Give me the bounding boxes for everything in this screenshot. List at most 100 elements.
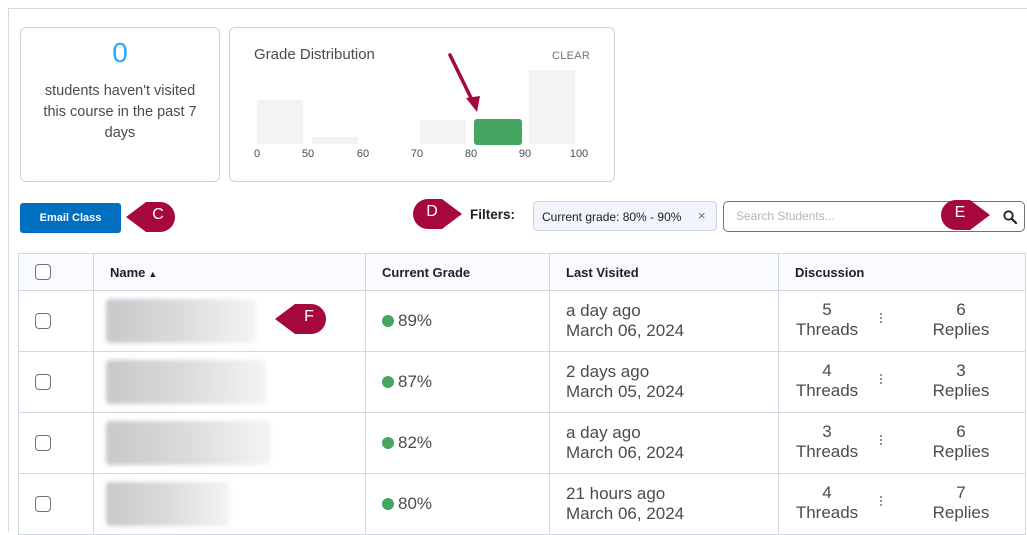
- grade-filter-chip[interactable]: Current grade: 80% - 90% ×: [533, 201, 717, 231]
- threads-count: 4: [822, 361, 832, 380]
- name-cell: [93, 473, 366, 535]
- last-visited-cell: a day ago March 06, 2024: [549, 290, 779, 352]
- callout-e-label: E: [954, 204, 966, 221]
- replies-label: Replies: [932, 503, 990, 522]
- threads-stat[interactable]: 3 Threads: [795, 422, 859, 462]
- tick-label: 90: [518, 148, 532, 160]
- row-checkbox[interactable]: [35, 374, 51, 390]
- grade-value: 80%: [398, 494, 433, 513]
- bar-50-60[interactable]: [312, 137, 358, 144]
- callout-d: D: [412, 198, 464, 230]
- search-students-input[interactable]: [734, 208, 938, 224]
- select-cell: [18, 290, 94, 352]
- threads-count: 3: [822, 422, 832, 441]
- discussion-cell: 5 Threads 6 Replies: [778, 290, 1026, 352]
- select-all-checkbox[interactable]: [35, 264, 51, 280]
- replies-stat[interactable]: 6 Replies: [929, 300, 993, 340]
- last-visited-date: March 06, 2024: [566, 443, 685, 462]
- header-current-grade[interactable]: Current Grade: [365, 253, 550, 291]
- more-options-icon[interactable]: [879, 372, 883, 390]
- replies-count: 6: [956, 422, 966, 441]
- threads-stat[interactable]: 4 Threads: [795, 483, 859, 523]
- replies-label: Replies: [932, 442, 990, 461]
- callout-c: C: [124, 201, 176, 233]
- header-discussion[interactable]: Discussion: [778, 253, 1026, 291]
- discussion-cell: 4 Threads 7 Replies: [778, 473, 1026, 535]
- header-last-visited[interactable]: Last Visited: [549, 253, 779, 291]
- bar-80-90-selected[interactable]: [474, 119, 522, 145]
- row-checkbox[interactable]: [35, 496, 51, 512]
- grade-filter-chip-label: Current grade: 80% - 90%: [542, 210, 682, 224]
- grade-distribution-card: Grade Distribution CLEAR 0 50 60 70 80 9…: [229, 27, 615, 182]
- tick-label: 80: [464, 148, 478, 160]
- replies-count: 6: [956, 300, 966, 319]
- select-cell: [18, 473, 94, 535]
- grade-cell: 82%: [365, 412, 550, 474]
- grade-status-dot: [382, 437, 394, 449]
- search-icon[interactable]: [1002, 209, 1018, 225]
- table-row[interactable]: 80% 21 hours ago March 06, 2024 4 Threads …: [18, 473, 1026, 535]
- grade-status-dot: [382, 376, 394, 388]
- more-options-icon[interactable]: [879, 433, 883, 451]
- replies-stat[interactable]: 7 Replies: [929, 483, 993, 523]
- blurred-student-name[interactable]: [106, 360, 266, 404]
- blurred-student-name[interactable]: [106, 299, 256, 343]
- bar-70-80[interactable]: [420, 120, 466, 144]
- bar-0-50[interactable]: [257, 100, 303, 144]
- last-visited-cell: a day ago March 06, 2024: [549, 412, 779, 474]
- row-checkbox[interactable]: [35, 435, 51, 451]
- more-options-icon[interactable]: [879, 311, 883, 329]
- threads-label: Threads: [795, 442, 859, 461]
- last-visited-relative: 21 hours ago: [566, 484, 666, 503]
- grade-value: 82%: [398, 433, 433, 452]
- header-name-label: Name: [110, 264, 146, 280]
- table-row[interactable]: 87% 2 days ago March 05, 2024 4 Threads 3R…: [18, 351, 1026, 413]
- header-select-cell: [18, 253, 94, 291]
- last-visited-cell: 2 days ago March 05, 2024: [549, 351, 779, 413]
- grade-cell: 89%: [365, 290, 550, 352]
- threads-stat[interactable]: 4 Threads: [795, 361, 859, 401]
- grade-value: 87%: [398, 372, 433, 391]
- not-visited-count: 0: [112, 37, 128, 68]
- select-cell: [18, 351, 94, 413]
- tick-label: 70: [410, 148, 424, 160]
- table-header-row: Name ▲ Current Grade Last Visited Discuss…: [18, 253, 1026, 291]
- grade-value: 89%: [398, 311, 433, 330]
- replies-count: 3: [956, 361, 966, 380]
- select-cell: [18, 412, 94, 474]
- table-row[interactable]: 89% a day ago March 06, 2024 5 Threads 6 Re…: [18, 290, 1026, 352]
- blurred-student-name[interactable]: [106, 482, 230, 526]
- last-visited-date: March 06, 2024: [566, 321, 685, 340]
- not-visited-card[interactable]: 0 students haven't visited this course i…: [20, 27, 220, 182]
- threads-stat[interactable]: 5 Threads: [795, 300, 859, 340]
- discussion-cell: 3 Threads 6 Replies: [778, 412, 1026, 474]
- threads-label: Threads: [795, 503, 859, 522]
- blurred-student-name[interactable]: [106, 421, 271, 465]
- tick-label: 0: [253, 148, 261, 160]
- last-visited-date: March 06, 2024: [566, 504, 685, 523]
- grade-status-dot: [382, 315, 394, 327]
- row-checkbox[interactable]: [35, 313, 51, 329]
- threads-count: 4: [822, 483, 832, 502]
- threads-count: 5: [822, 300, 832, 319]
- bar-90-100[interactable]: [529, 70, 575, 144]
- replies-stat[interactable]: 3 Replies: [929, 361, 993, 401]
- table-row[interactable]: 82% a day ago March 06, 2024 3 Threads 6 Re…: [18, 412, 1026, 474]
- email-class-button[interactable]: Email Class: [20, 203, 121, 233]
- more-options-icon[interactable]: [879, 494, 883, 512]
- threads-label: Threads: [795, 320, 859, 339]
- filters-label: Filters:: [470, 207, 516, 222]
- threads-label: Threads: [795, 381, 859, 400]
- tick-label: 60: [356, 148, 370, 160]
- not-visited-text: students haven't visited this course in …: [43, 83, 197, 141]
- left-border: [8, 8, 9, 532]
- replies-stat[interactable]: 6 Replies: [929, 422, 993, 462]
- grade-cell: 80%: [365, 473, 550, 535]
- callout-d-label: D: [426, 203, 438, 220]
- header-name[interactable]: Name ▲: [93, 253, 366, 291]
- name-cell: [93, 412, 366, 474]
- tick-label: 50: [301, 148, 315, 160]
- clear-filter-link[interactable]: CLEAR: [552, 50, 590, 62]
- discussion-cell: 4 Threads 3 Replies: [778, 351, 1026, 413]
- remove-filter-icon[interactable]: ×: [698, 208, 706, 223]
